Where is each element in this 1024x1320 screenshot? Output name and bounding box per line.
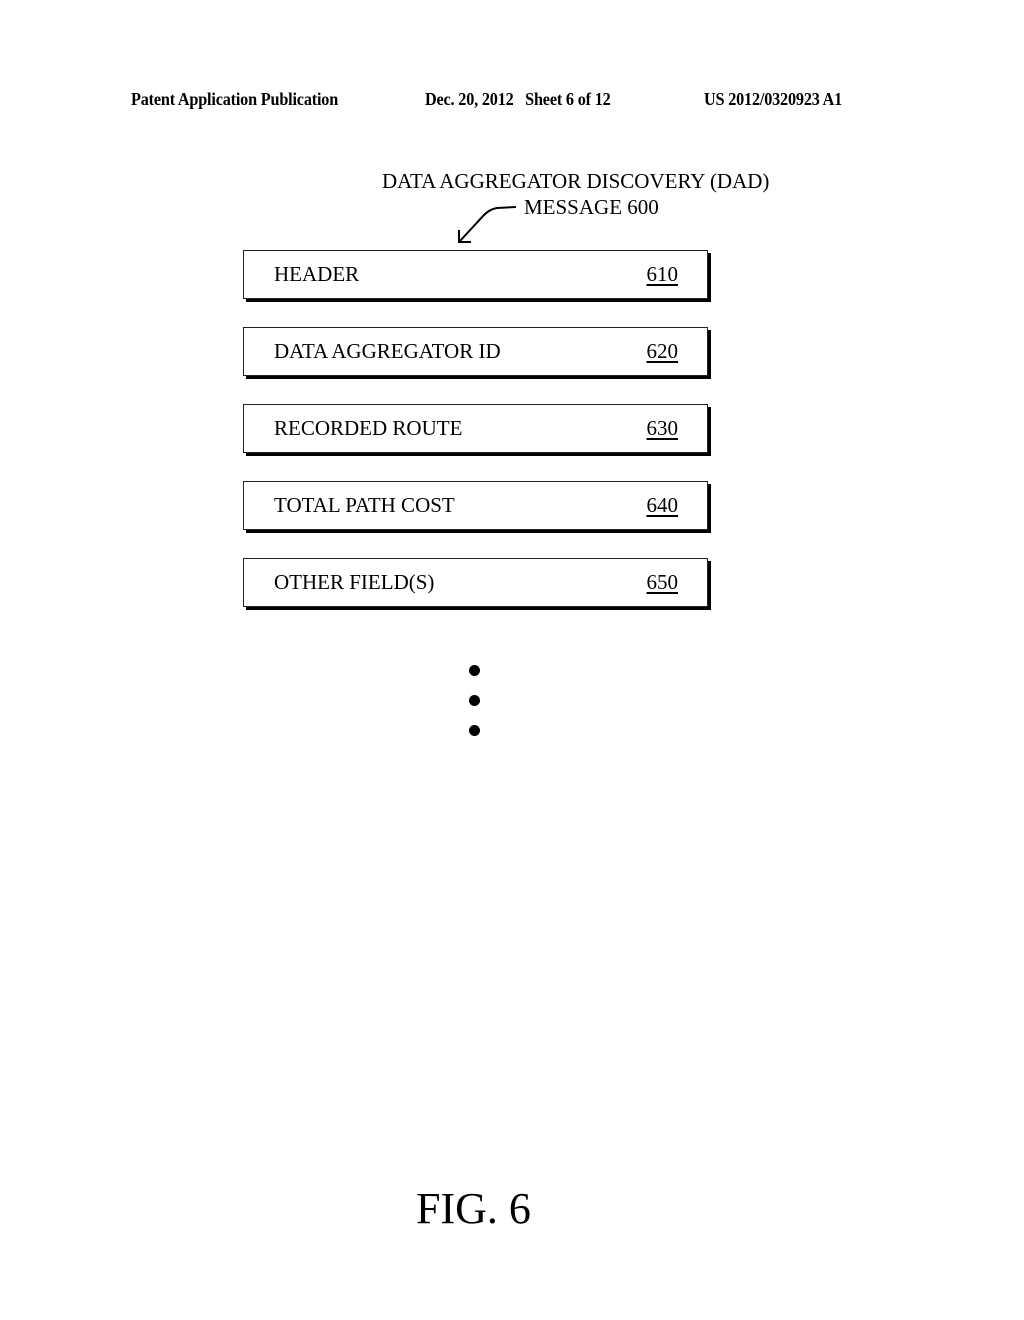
arrowhead	[458, 230, 471, 243]
field-ref: 620	[646, 339, 679, 363]
field-ref: 650	[646, 570, 679, 594]
field-data-aggregator-id: DATA AGGREGATOR ID 620	[243, 327, 708, 376]
publication-number: US 2012/0320923 A1	[704, 89, 843, 109]
publication-date-sheet: Dec. 20, 2012 Sheet 6 of 12	[425, 89, 611, 109]
leader-arrow-icon	[458, 206, 517, 243]
field-ref: 640	[646, 493, 679, 517]
field-ref: 630	[646, 416, 679, 440]
message-reference: MESSAGE 600	[524, 195, 659, 219]
field-recorded-route: RECORDED ROUTE 630	[243, 404, 708, 453]
ellipsis-dot	[469, 695, 480, 706]
message-title: DATA AGGREGATOR DISCOVERY (DAD)	[382, 169, 770, 193]
field-label: TOTAL PATH COST	[274, 493, 455, 517]
field-total-path-cost: TOTAL PATH COST 640	[243, 481, 708, 530]
figure-label: FIG. 6	[416, 1184, 531, 1233]
field-label: HEADER	[274, 262, 360, 286]
ellipsis-dot	[469, 725, 480, 736]
ellipsis-dot	[469, 665, 480, 676]
field-header: HEADER 610	[243, 250, 708, 299]
leader-line	[459, 206, 517, 242]
field-label: RECORDED ROUTE	[274, 416, 463, 440]
field-other-fields: OTHER FIELD(S) 650	[243, 558, 708, 607]
publication-type: Patent Application Publication	[131, 89, 339, 109]
field-label: OTHER FIELD(S)	[274, 570, 435, 594]
field-ref: 610	[646, 262, 679, 286]
field-label: DATA AGGREGATOR ID	[274, 339, 501, 363]
